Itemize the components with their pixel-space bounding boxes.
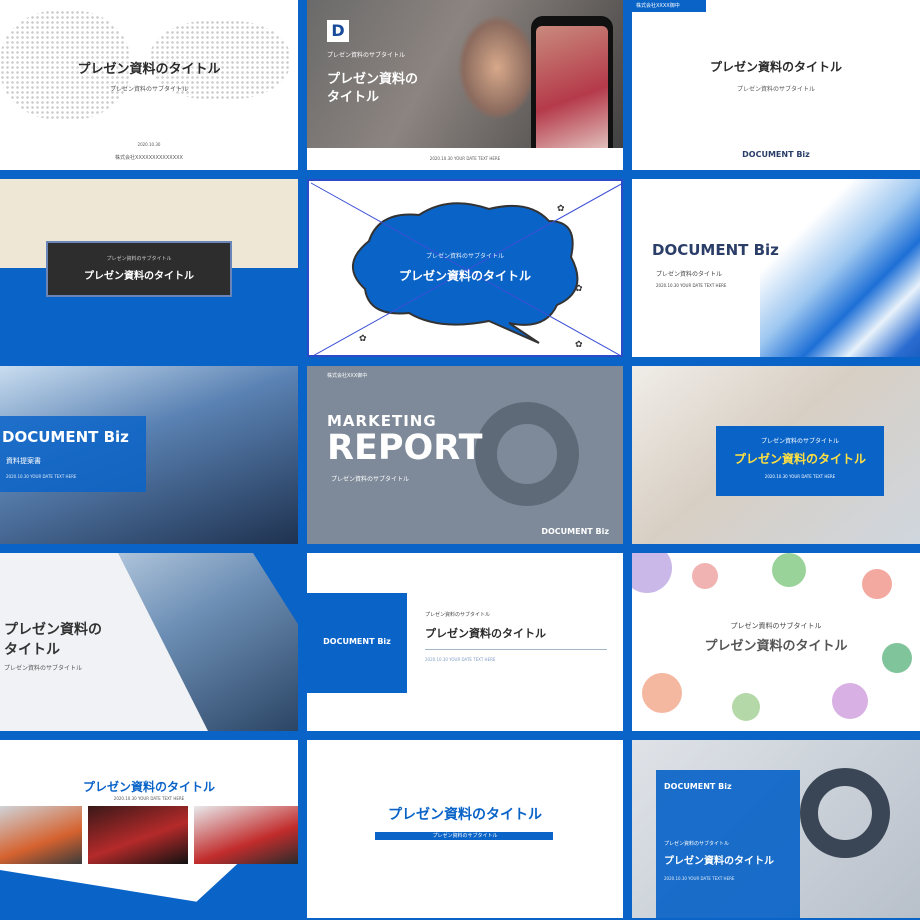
slide-subtitle: プレゼン資料のサブタイトル bbox=[432, 833, 498, 839]
title-panel: DOCUMENT Biz 資料提案書 2020.10.30 YOUR DATE … bbox=[0, 416, 146, 492]
slide-thumbnail-cars[interactable]: プレゼン資料のタイトル 2020.10.30 YOUR DATE TEXT HE… bbox=[0, 740, 298, 918]
document-biz-logo: DOCUMENT Biz bbox=[115, 880, 183, 889]
report-heading-line2: REPORT bbox=[327, 428, 483, 468]
slide-thumbnail-keyboard[interactable]: DOCUMENT Biz プレゼン資料のサブタイトル プレゼン資料のタイトル 2… bbox=[632, 740, 920, 918]
slide-thumbnail-skyscrapers[interactable]: DOCUMENT Biz 資料提案書 2020.10.30 YOUR DATE … bbox=[0, 366, 298, 544]
slide-thumbnail-marketing-report[interactable]: 株式会社XXX御中 MARKETING REPORT プレゼン資料のサブタイトル… bbox=[307, 366, 623, 544]
document-biz-logo: DOCUMENT Biz bbox=[742, 150, 810, 159]
donut-chart-graphic bbox=[800, 768, 890, 858]
slide-title: プレゼン資料のタイトル bbox=[425, 627, 546, 640]
svg-text:✿: ✿ bbox=[575, 284, 583, 294]
slide-subtitle: プレゼン資料のサブタイトル bbox=[327, 52, 406, 59]
slide-date: 2020.10.30 YOUR DATE TEXT HERE bbox=[656, 283, 727, 288]
slide-title: プレゼン資料のタイトル bbox=[709, 60, 842, 74]
title-panel: プレゼン資料のサブタイトル プレゼン資料のタイトル 2020.10.30 YOU… bbox=[716, 426, 884, 496]
slide-title-line1: プレゼン資料の bbox=[4, 622, 102, 638]
client-badge: 株式会社XXX御中 bbox=[327, 373, 368, 379]
slide-title-line1: プレゼン資料の bbox=[327, 72, 419, 87]
slide-title: プレゼン資料のタイトル bbox=[77, 62, 221, 77]
divider-line bbox=[425, 649, 607, 650]
slide-date: 2020.10.30 YOUR DATE TEXT HERE bbox=[113, 796, 185, 801]
svg-text:✿: ✿ bbox=[557, 204, 565, 214]
slide-thumbnail-fitness[interactable]: D プレゼン資料のサブタイトル プレゼン資料の タイトル 2020.10.30 … bbox=[307, 0, 623, 170]
document-biz-logo: DOCUMENT Biz bbox=[664, 782, 732, 791]
company-name: 株式会社XXXXXXXXXXXXXX bbox=[115, 155, 183, 161]
slide-thumbnail-blue-block[interactable]: DOCUMENT Biz プレゼン資料のサブタイトル プレゼン資料のタイトル 2… bbox=[307, 553, 623, 731]
slide-thumbnail-blue-wave[interactable]: DOCUMENT Biz プレゼン資料のタイトル 2020.10.30 YOUR… bbox=[632, 179, 920, 357]
slide-thumbnail-beige-blue[interactable]: プレゼン資料のサブタイトル プレゼン資料のタイトル bbox=[0, 179, 298, 357]
slide-thumbnail-diagonal-building[interactable]: プレゼン資料の タイトル プレゼン資料のサブタイトル bbox=[0, 553, 298, 731]
slide-date: 2020.10.30 YOUR DATE TEXT HERE bbox=[425, 657, 496, 662]
slide-title: プレゼン資料のタイトル bbox=[664, 856, 774, 867]
slide-subtitle: プレゼン資料のサブタイトル bbox=[106, 256, 172, 262]
slide-thumbnail-world-map[interactable]: プレゼン資料のタイトル プレゼン資料のサブタイトル 2020.10.30 株式会… bbox=[0, 0, 298, 170]
logo-block: DOCUMENT Biz bbox=[307, 593, 407, 693]
flower-graphic bbox=[692, 563, 718, 589]
document-biz-logo: DOCUMENT Biz bbox=[541, 527, 609, 536]
client-badge: 株式会社XXXX御中 bbox=[632, 0, 706, 12]
slide-subtitle: 資料提案書 bbox=[6, 457, 41, 465]
slide-date: 2020.10.30 bbox=[137, 142, 161, 147]
slide-subtitle: プレゼン資料のサブタイトル bbox=[664, 841, 730, 847]
slide-thumbnail-floral[interactable]: プレゼン資料のサブタイトル プレゼン資料のタイトル bbox=[632, 553, 920, 731]
flower-graphic bbox=[642, 673, 682, 713]
slide-thumbnail-blue-bar[interactable]: プレゼン資料のタイトル プレゼン資料のサブタイトル bbox=[307, 740, 623, 918]
slide-title: プレゼン資料のタイトル bbox=[704, 639, 848, 654]
document-biz-logo: DOCUMENT Biz bbox=[652, 241, 779, 259]
slide-thumbnail-business-people[interactable]: プレゼン資料のサブタイトル プレゼン資料のタイトル 2020.10.30 YOU… bbox=[632, 366, 920, 544]
slide-title-line2: タイトル bbox=[327, 90, 380, 105]
donut-chart-graphic bbox=[475, 402, 579, 506]
slide-subtitle: プレゼン資料のサブタイトル bbox=[109, 86, 188, 93]
document-biz-logo: DOCUMENT Biz bbox=[323, 637, 391, 646]
smartphone-graphic bbox=[531, 16, 613, 166]
slide-subtitle: プレゼン資料のサブタイトル bbox=[736, 86, 815, 93]
slide-title: プレゼン資料のタイトル bbox=[84, 271, 194, 282]
slide-thumbnail-speech-bubble[interactable]: ✿ ✿ ✿ ✿ プレゼン資料のサブタイトル プレゼン資料のタイトル bbox=[307, 179, 623, 357]
slide-date: 2020.10.30 YOUR DATE TEXT HERE bbox=[6, 474, 77, 479]
document-biz-logo: DOCUMENT Biz bbox=[2, 428, 129, 446]
car-photo bbox=[194, 806, 298, 864]
slide-title: プレゼン資料のタイトル bbox=[388, 807, 542, 823]
title-panel: DOCUMENT Biz プレゼン資料のサブタイトル プレゼン資料のタイトル 2… bbox=[656, 770, 800, 918]
flower-graphic bbox=[832, 683, 868, 719]
slide-footer: 2020.10.30 YOUR DATE TEXT HERE bbox=[307, 148, 623, 170]
title-box: プレゼン資料のサブタイトル プレゼン資料のタイトル bbox=[46, 241, 232, 297]
template-gallery: プレゼン資料のタイトル プレゼン資料のサブタイトル 2020.10.30 株式会… bbox=[0, 0, 920, 920]
slide-date: 2020.10.30 YOUR DATE TEXT HERE bbox=[764, 474, 836, 479]
slide-subtitle: プレゼン資料のサブタイトル bbox=[760, 438, 839, 445]
flower-graphic bbox=[732, 693, 760, 721]
flower-graphic bbox=[632, 553, 672, 593]
slide-subtitle: プレゼン資料のサブタイトル bbox=[331, 476, 410, 483]
blue-wave-graphic bbox=[760, 179, 920, 357]
slide-title: プレゼン資料のタイトル bbox=[398, 269, 531, 283]
flower-graphic bbox=[772, 553, 806, 587]
slide-title: プレゼン資料のタイトル bbox=[733, 452, 866, 466]
slide-title: プレゼン資料のタイトル bbox=[82, 780, 215, 794]
slide-subtitle: プレゼン資料のサブタイトル bbox=[730, 622, 822, 630]
slide-thumbnail-simple[interactable]: 株式会社XXXX御中 プレゼン資料のタイトル プレゼン資料のサブタイトル DOC… bbox=[632, 0, 920, 170]
slide-date: 2020.10.30 YOUR DATE TEXT HERE bbox=[664, 876, 735, 881]
car-photo bbox=[0, 806, 82, 864]
slide-title-line2: タイトル bbox=[4, 642, 60, 658]
d-logo-icon: D bbox=[327, 20, 349, 42]
slide-subtitle: プレゼン資料のサブタイトル bbox=[425, 612, 491, 618]
car-interior-photo bbox=[88, 806, 188, 864]
slide-title: プレゼン資料のタイトル bbox=[656, 271, 723, 278]
flower-graphic bbox=[862, 569, 892, 599]
slide-subtitle: プレゼン資料のサブタイトル bbox=[4, 665, 83, 672]
slide-date: 2020.10.30 YOUR DATE TEXT HERE bbox=[429, 156, 501, 161]
slide-subtitle: プレゼン資料のサブタイトル bbox=[425, 253, 504, 260]
svg-text:✿: ✿ bbox=[575, 340, 583, 350]
svg-text:✿: ✿ bbox=[359, 334, 367, 344]
